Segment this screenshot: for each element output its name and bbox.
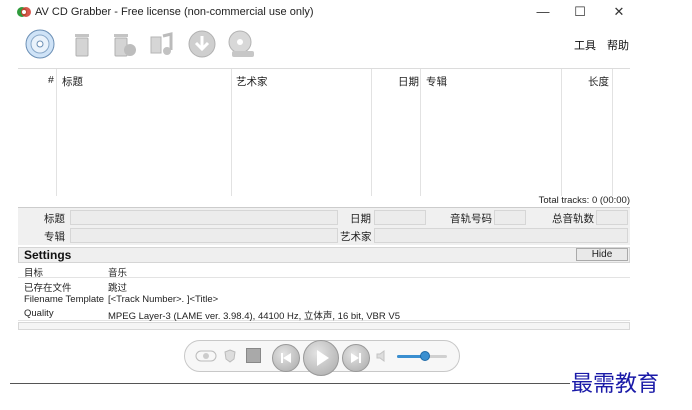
column-divider [612,69,613,196]
music-note-icon[interactable] [145,28,177,60]
cd-settings-icon[interactable] [226,28,258,60]
eject-icon[interactable] [195,350,217,362]
settings-row[interactable]: 目标 音乐 [18,263,630,279]
column-divider [371,69,372,196]
settings-header [18,247,630,263]
settings-value[interactable]: 音乐 [108,265,127,279]
date-label: 日期 [350,213,371,225]
column-artist[interactable]: 艺术家 [236,74,268,89]
app-logo-icon [17,7,31,17]
watermark-text: 最需教育 [571,372,660,397]
settings-scrollbar[interactable] [18,322,630,330]
settings-value[interactable]: MPEG Layer-3 (LAME ver. 3.98.4), 44100 H… [108,308,400,322]
trash-icon[interactable] [66,28,98,60]
previous-button[interactable] [272,344,300,372]
album-label: 专辑 [44,231,65,243]
shield-icon[interactable] [224,349,236,363]
cd-icon[interactable] [24,28,56,60]
volume-knob[interactable] [419,351,430,361]
hide-button[interactable]: Hide [576,248,628,261]
column-length[interactable]: 长度 [588,74,609,89]
date-field[interactable] [374,210,426,225]
stop-button[interactable] [246,348,261,363]
settings-value[interactable]: [<Track Number>. ]<Title> [108,294,218,305]
total-tracks-status: Total tracks: 0 (00:00) [538,195,630,206]
column-divider [56,69,57,196]
column-album[interactable]: 专辑 [426,74,447,89]
settings-key: Quality [24,308,54,319]
column-divider [561,69,562,196]
next-icon [351,353,361,363]
download-icon[interactable] [186,28,218,60]
settings-row[interactable]: 已存在文件 跳过 [18,278,630,294]
column-divider [231,69,232,196]
column-divider [420,69,421,196]
close-button[interactable]: ✕ [607,3,631,21]
minimize-button[interactable]: — [531,3,555,21]
speaker-icon [376,350,385,362]
play-button[interactable] [303,340,339,376]
column-title[interactable]: 标题 [62,74,83,89]
settings-row[interactable]: Filename Template [<Track Number>. ]<Tit… [18,292,630,307]
menu-tools[interactable]: 工具 [574,37,596,53]
maximize-button[interactable]: ☐ [568,3,592,21]
play-icon [317,350,329,366]
settings-key: 目标 [24,268,44,279]
album-field[interactable] [70,228,338,243]
track-table[interactable]: # 标题 艺术家 日期 专辑 长度 [18,68,630,196]
title-field[interactable] [70,210,338,225]
previous-icon [281,353,291,363]
trash-all-icon[interactable] [107,28,139,60]
column-date[interactable]: 日期 [398,74,419,89]
track-number-label: 音轨号码 [450,213,492,225]
menu-help[interactable]: 帮助 [607,37,629,53]
artist-label: 艺术家 [340,231,372,243]
window-title: AV CD Grabber - Free license (non-commer… [35,6,314,18]
total-tracks-label: 总音轨数 [552,213,594,225]
column-number[interactable]: # [48,74,54,86]
settings-key: Filename Template [24,294,105,305]
settings-title: Settings [24,248,72,262]
next-button[interactable] [342,344,370,372]
total-tracks-field[interactable] [596,210,628,225]
settings-row[interactable]: Quality MPEG Layer-3 (LAME ver. 3.98.4),… [18,306,630,322]
track-number-field[interactable] [494,210,526,225]
title-label: 标题 [44,213,65,225]
artist-field[interactable] [374,228,628,243]
track-info-panel: 标题 日期 音轨号码 总音轨数 专辑 艺术家 [18,207,630,245]
divider-line [10,383,570,384]
